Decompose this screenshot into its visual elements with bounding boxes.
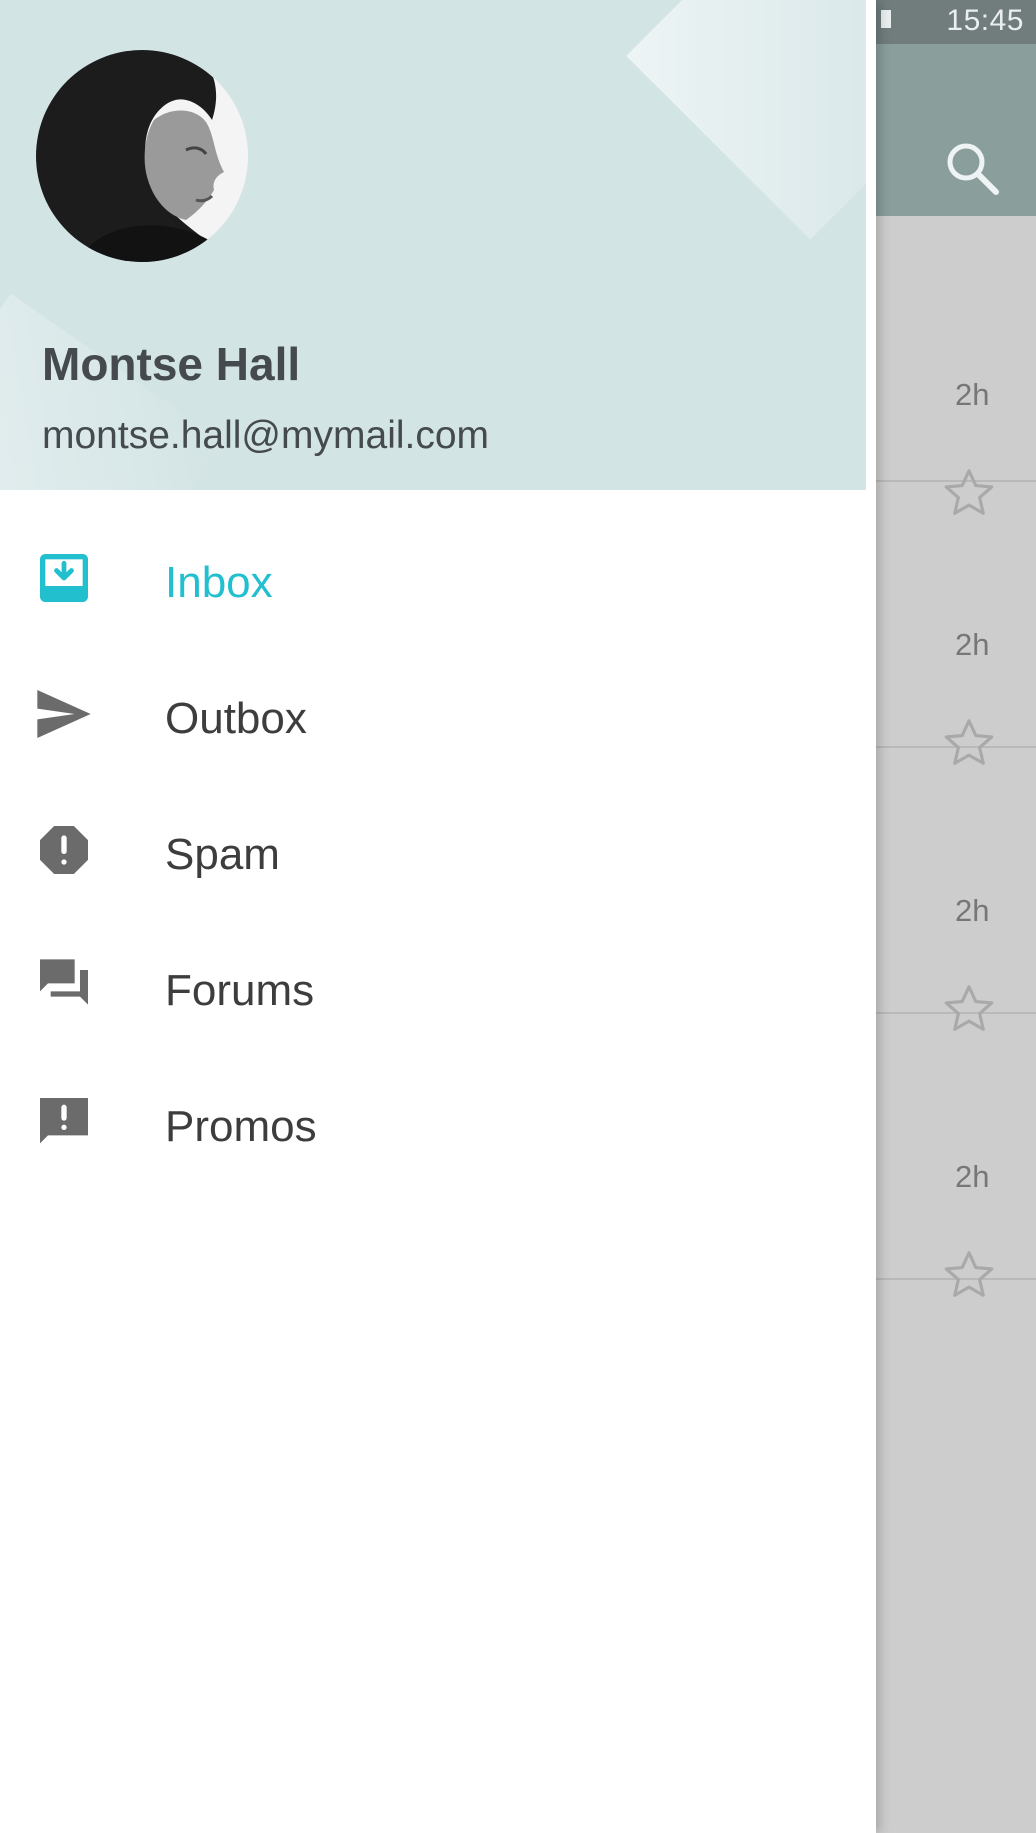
status-time: 15:45 — [946, 4, 1024, 37]
forum-icon — [32, 954, 96, 1018]
user-name: Montse Hall — [42, 338, 301, 390]
mail-time: 2h — [955, 1159, 990, 1194]
nav-item-outbox[interactable]: Outbox — [0, 652, 866, 772]
drawer-header: Montse Hall montse.hall@mymail.com — [0, 0, 866, 490]
avatar[interactable] — [36, 50, 248, 262]
report-icon — [32, 818, 96, 882]
nav-item-label: Inbox — [165, 558, 273, 607]
inbox-icon — [32, 546, 96, 610]
star-icon[interactable] — [940, 1246, 998, 1304]
send-icon — [32, 682, 96, 746]
nav-item-label: Outbox — [165, 694, 307, 743]
navigation-drawer: Montse Hall montse.hall@mymail.com Inbox… — [0, 0, 876, 1833]
header-decoration — [0, 293, 224, 490]
nav-item-forums[interactable]: Forums — [0, 924, 866, 1044]
signal-icon — [881, 10, 891, 28]
nav-item-promos[interactable]: Promos — [0, 1060, 866, 1180]
nav-item-label: Forums — [165, 966, 315, 1015]
search-icon[interactable] — [940, 136, 1004, 200]
nav-item-label: Promos — [165, 1102, 317, 1151]
header-decoration — [626, 0, 866, 240]
nav-item-label: Spam — [165, 830, 280, 879]
nav-item-spam[interactable]: Spam — [0, 788, 866, 908]
mail-time: 2h — [955, 627, 990, 662]
mail-time: 2h — [955, 893, 990, 928]
mail-time: 2h — [955, 377, 990, 412]
announcement-icon — [32, 1090, 96, 1154]
user-email: montse.hall@mymail.com — [42, 414, 490, 457]
nav-item-inbox[interactable]: Inbox — [0, 516, 866, 636]
